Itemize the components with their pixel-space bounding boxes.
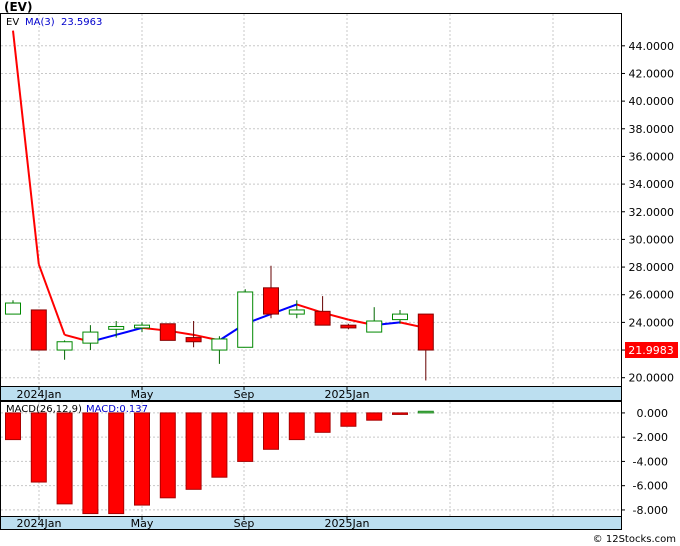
candle-body (82, 331, 99, 344)
price-y-tick-label: 44.0000 (629, 40, 675, 53)
candle-body (134, 324, 150, 329)
legend-ma-label: MA(3) (25, 17, 55, 28)
price-y-tick-label: 20.0000 (629, 372, 675, 385)
macd-x-tick-label: 2025Jan (325, 517, 370, 530)
macd-bar (340, 412, 357, 427)
macd-y-tick-label: -8.000 (633, 504, 668, 517)
macd-x-tick-label: Sep (234, 517, 255, 530)
legend-ma-value: 23.5963 (61, 17, 102, 28)
price-x-tick-label: 2025Jan (325, 388, 370, 401)
macd-x-tick-label: May (131, 517, 154, 530)
price-y-tick-label: 26.0000 (629, 289, 675, 302)
candle-body (56, 341, 73, 351)
price-x-tick-label: May (131, 388, 154, 401)
legend-symbol: EV (6, 17, 19, 28)
macd-bar (5, 412, 21, 441)
macd-y-tick-label: 0.000 (637, 407, 669, 420)
chart-title: (EV) (4, 0, 32, 14)
candle-body (30, 309, 47, 351)
price-y-tick-label: 28.0000 (629, 261, 675, 274)
macd-legend-params: MACD(26,12,9) (6, 404, 82, 415)
candle-body (211, 338, 228, 351)
macd-legend-value: MACD:0.137 (86, 404, 148, 415)
candle-body (314, 310, 331, 326)
candle-body (366, 320, 383, 333)
watermark: © 12Stocks.com (593, 534, 676, 545)
macd-bar (211, 412, 228, 478)
macd-date-band (0, 516, 622, 530)
macd-bar (237, 412, 254, 462)
price-y-tick-label: 32.0000 (629, 206, 675, 219)
price-y-tick-label: 40.0000 (629, 95, 675, 108)
macd-bar (134, 412, 150, 506)
price-y-tick-label: 38.0000 (629, 123, 675, 136)
candle-body (340, 324, 357, 329)
macd-bar (108, 412, 125, 515)
candle-body (5, 302, 21, 315)
price-y-tick-label: 36.0000 (629, 150, 675, 163)
macd-bar (185, 412, 202, 490)
macd-bar (314, 412, 331, 433)
price-y-tick-label: 30.0000 (629, 233, 675, 246)
candle-body (185, 337, 202, 343)
price-panel-frame (0, 13, 622, 387)
candle-body (237, 291, 254, 348)
price-date-band (0, 386, 622, 401)
price-x-tick-label: Sep (234, 388, 255, 401)
macd-bar (366, 412, 383, 421)
macd-x-tick-label: 2024Jan (17, 517, 62, 530)
last-price-label: 21.9983 (628, 344, 674, 357)
candle-body (417, 313, 434, 351)
price-y-tick-label: 42.0000 (629, 67, 675, 80)
macd-y-tick-label: -6.000 (633, 480, 668, 493)
candle-body (392, 313, 408, 321)
macd-bar (417, 410, 434, 414)
candle-body (263, 287, 279, 315)
candle-body (159, 323, 176, 341)
macd-bar (263, 412, 279, 450)
candle-body (288, 309, 305, 315)
macd-y-axis: 0.000 -2.000 -4.000 -6.000 -8.000 (621, 407, 668, 517)
macd-y-tick-label: -2.000 (633, 431, 668, 444)
macd-bar (288, 412, 305, 441)
candle-body (108, 326, 125, 330)
macd-y-tick-label: -4.000 (633, 455, 668, 468)
macd-bar (392, 412, 408, 415)
macd-bar (159, 412, 176, 499)
price-y-axis: 20.000022.000024.000026.000028.000030.00… (621, 40, 674, 385)
macd-bar (56, 412, 73, 505)
macd-bar (30, 412, 47, 483)
price-y-tick-label: 34.0000 (629, 178, 675, 191)
stock-chart: 20.000022.000024.000026.000028.000030.00… (0, 0, 678, 545)
price-x-tick-label: 2024Jan (17, 388, 62, 401)
macd-bar (82, 412, 99, 515)
price-y-tick-label: 24.0000 (629, 316, 675, 329)
